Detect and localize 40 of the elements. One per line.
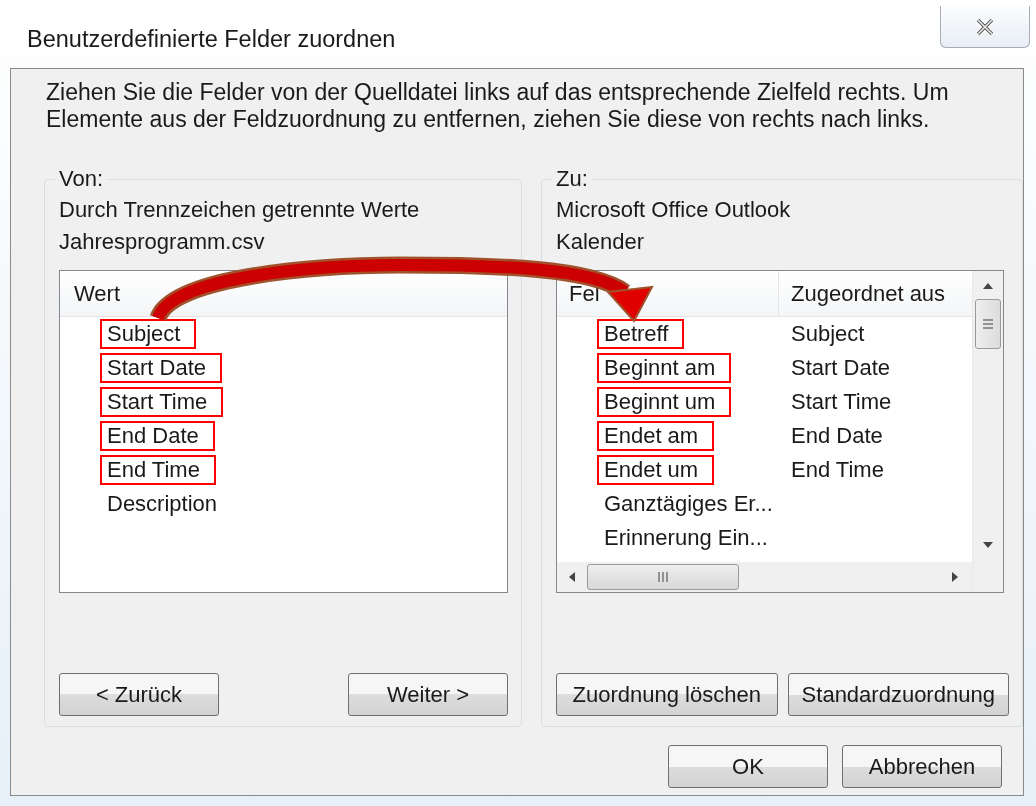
dialog-button[interactable]: OK: [668, 745, 828, 788]
field-cell[interactable]: Endet um: [597, 455, 715, 485]
mapping-button[interactable]: Zuordnung löschen: [556, 673, 778, 716]
scroll-thumb[interactable]: [587, 564, 739, 590]
nav-button[interactable]: Weiter >: [348, 673, 508, 716]
horizontal-scrollbar[interactable]: [557, 562, 972, 592]
target-application: Microsoft Office Outlook: [556, 196, 792, 224]
mapped-cell-text: Start Time: [790, 389, 892, 415]
field-cell[interactable]: Beginnt um: [597, 387, 732, 417]
mapped-cell-text: Start Date: [790, 355, 891, 381]
mapped-cell-text: Subject: [790, 321, 865, 347]
close-icon: [974, 17, 996, 36]
mapping-button[interactable]: Standardzuordnung: [787, 673, 1009, 716]
source-type: Durch Trennzeichen getrennte Werte: [59, 196, 421, 224]
vertical-scrollbar[interactable]: [972, 271, 1003, 592]
target-folder: Kalender: [556, 228, 646, 256]
list-item[interactable]: Subject: [100, 319, 197, 349]
dialog-button[interactable]: Abbrechen: [842, 745, 1002, 788]
field-cell[interactable]: Betreff: [597, 319, 685, 349]
scroll-thumb[interactable]: [975, 299, 1001, 349]
source-list[interactable]: Wert Subject Start Date Start Time End Date End Time Description: [59, 270, 508, 593]
target-table[interactable]: Fel Zugeordnet aus Betreff Subject Beginnt am Start Date Beginnt um Start Time Endet am End Date Endet um End Time Ganztägiges Er... Erinnerung Ein...: [556, 270, 1004, 593]
mapped-cell-text: End Time: [790, 457, 884, 483]
list-item[interactable]: End Time: [100, 455, 216, 485]
list-item[interactable]: Description: [100, 489, 234, 519]
mapped-cell-text: End Date: [790, 423, 883, 449]
close-button[interactable]: [940, 6, 1030, 48]
field-cell[interactable]: Erinnerung Ein...: [597, 523, 784, 553]
instruction-text: Ziehen Sie die Felder von der Quelldatei links auf das entsprechende Zielfeld rechts. Um Elemente aus der Feldzuordnung zu entfernen, ziehen Sie diese von rechts nach links.: [46, 79, 950, 133]
source-file: Jahresprogramm.csv: [59, 228, 266, 256]
column-header[interactable]: Zugeordnet aus: [779, 271, 946, 316]
field-cell[interactable]: Ganztägiges Er...: [597, 489, 789, 519]
field-cell[interactable]: Beginnt am: [597, 353, 732, 383]
list-item[interactable]: End Date: [100, 421, 215, 451]
list-item[interactable]: Start Time: [100, 387, 224, 417]
nav-button[interactable]: < Zurück: [59, 673, 219, 716]
field-cell[interactable]: Endet am: [597, 421, 715, 451]
window-title: Benutzerdefinierte Felder zuordnen: [27, 26, 396, 53]
column-header[interactable]: Wert: [60, 271, 121, 316]
list-item[interactable]: Start Date: [100, 353, 223, 383]
